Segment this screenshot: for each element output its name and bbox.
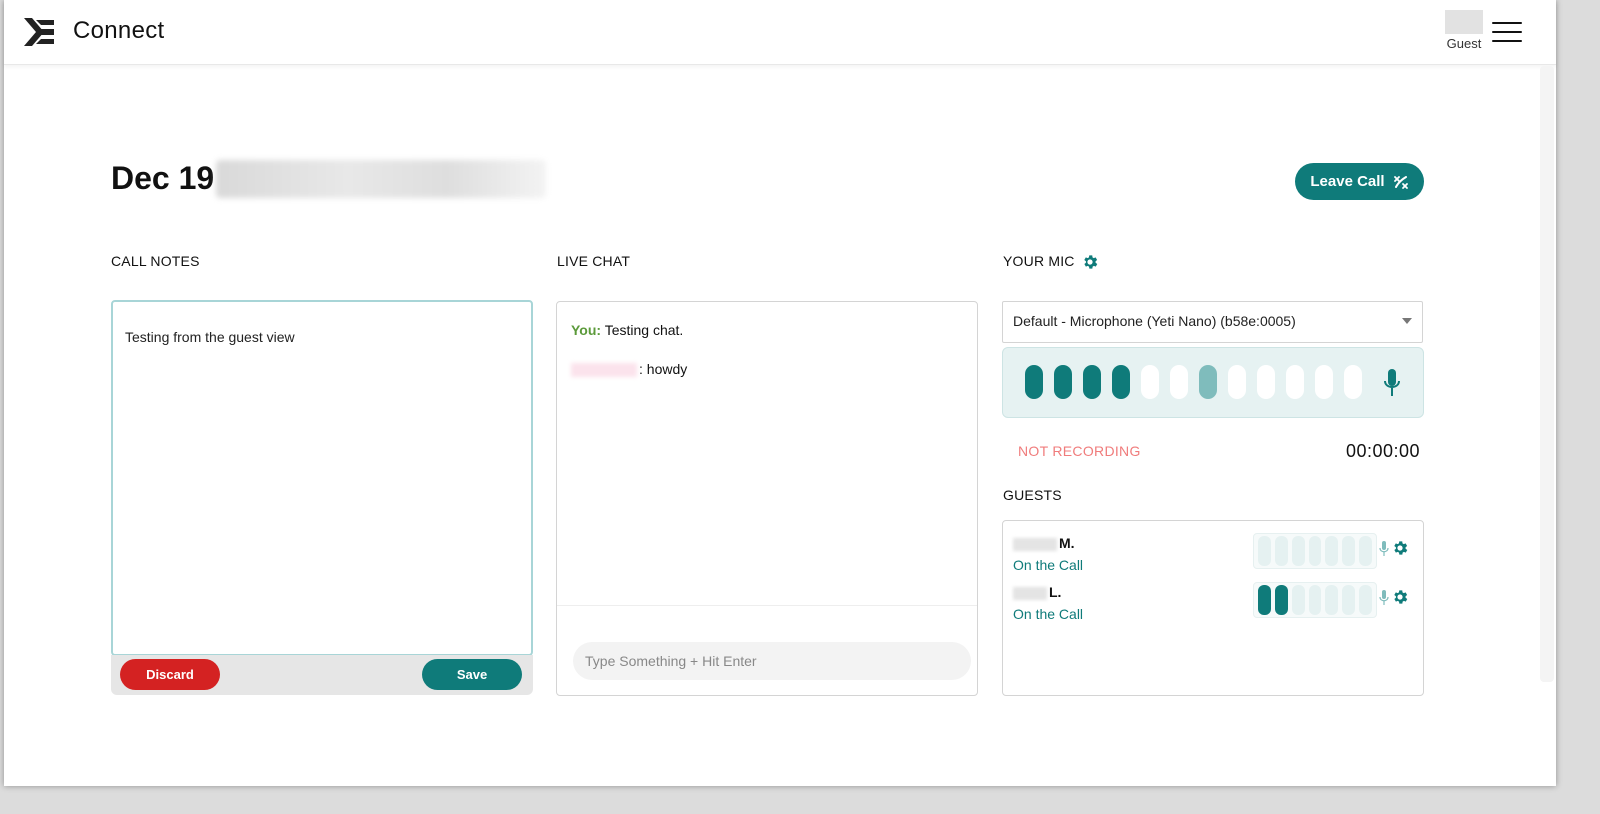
guest-level-bar (1342, 536, 1356, 566)
redacted-guest-name (1013, 586, 1047, 600)
guest-level-bar (1274, 536, 1288, 566)
chat-text: Testing chat. (604, 322, 684, 338)
app-window: Connect Guest Dec 19 Leave Call CALL NOT… (4, 0, 1556, 786)
guest-name: M. (1013, 535, 1075, 551)
mic-level-bar (1141, 365, 1159, 399)
guest-level-meter (1253, 533, 1377, 569)
notes-text[interactable]: Testing from the guest view (125, 329, 295, 345)
page-title: Dec 19 (111, 160, 215, 196)
redacted-sender (571, 363, 637, 378)
guest-level-bar (1325, 585, 1339, 615)
guest-row: L. On the Call (1013, 582, 1413, 628)
mic-level-bar (1315, 365, 1333, 399)
hang-up-icon (1393, 175, 1408, 189)
guest-level-bar (1325, 536, 1339, 566)
notes-footer: Discard Save (111, 655, 533, 695)
guest-level-bar (1308, 585, 1322, 615)
chat-divider (557, 605, 977, 606)
save-button[interactable]: Save (422, 659, 522, 690)
redacted-title (216, 160, 546, 198)
chevron-down-icon (1402, 318, 1412, 324)
hamburger-menu-icon[interactable] (1492, 22, 1522, 42)
mic-level-bar (1170, 365, 1188, 399)
guest-level-bar (1274, 585, 1288, 615)
app-title: Connect (73, 17, 165, 44)
guest-level-meter (1253, 582, 1377, 618)
recording-status: NOT RECORDING (1018, 443, 1141, 459)
guest-level-bar (1308, 536, 1322, 566)
call-notes-editor[interactable]: Testing from the guest view (111, 300, 533, 656)
chat-message: You: Testing chat. (571, 322, 683, 338)
guest-row: M. On the Call (1013, 533, 1413, 579)
your-mic-heading: YOUR MIC (1003, 253, 1075, 269)
discard-button[interactable]: Discard (120, 659, 220, 690)
guest-status: On the Call (1013, 606, 1084, 622)
avatar (1445, 10, 1483, 34)
top-bar: Connect Guest (4, 0, 1556, 65)
guest-level-bar (1359, 585, 1373, 615)
mic-level-bar (1025, 365, 1043, 399)
app-logo-icon[interactable] (22, 16, 56, 48)
guest-level-bar (1258, 536, 1271, 566)
mic-level-bar (1199, 365, 1217, 399)
live-chat-heading: LIVE CHAT (557, 253, 631, 269)
mic-level-bar (1112, 365, 1130, 399)
mic-settings-gear-icon[interactable] (1081, 253, 1099, 271)
mic-level-bar (1344, 365, 1362, 399)
guest-level-bar (1342, 585, 1356, 615)
chat-message: : howdy (571, 361, 688, 378)
guests-heading: GUESTS (1003, 487, 1062, 503)
chat-panel: You: Testing chat. : howdy (556, 301, 978, 696)
guest-level-bar (1258, 585, 1271, 615)
mic-level-bar (1083, 365, 1101, 399)
call-notes-heading: CALL NOTES (111, 253, 200, 269)
guest-level-bar (1359, 536, 1373, 566)
user-label: Guest (1446, 36, 1482, 51)
chat-input[interactable] (573, 642, 971, 680)
guest-microphone-icon (1379, 590, 1389, 605)
leave-call-label: Leave Call (1310, 173, 1385, 190)
mic-level-bar (1228, 365, 1246, 399)
mic-level-bars (1025, 365, 1362, 399)
guest-settings-gear-icon[interactable] (1391, 539, 1409, 557)
user-menu[interactable]: Guest (1442, 10, 1486, 51)
guest-status: On the Call (1013, 557, 1084, 573)
mic-level-meter (1002, 347, 1424, 418)
mic-device-value: Default - Microphone (Yeti Nano) (b58e:0… (1013, 313, 1296, 329)
mic-level-bar (1054, 365, 1072, 399)
scrollbar[interactable] (1540, 66, 1554, 682)
microphone-icon[interactable] (1383, 368, 1401, 398)
guest-settings-gear-icon[interactable] (1391, 588, 1409, 606)
guest-level-bar (1291, 585, 1305, 615)
leave-call-button[interactable]: Leave Call (1295, 163, 1424, 200)
guests-panel: M. On the Call L. On the Call (1002, 520, 1424, 696)
chat-text: : howdy (639, 361, 688, 377)
redacted-guest-name (1013, 537, 1057, 551)
mic-level-bar (1286, 365, 1304, 399)
guest-name: L. (1013, 584, 1061, 600)
guest-level-bar (1291, 536, 1305, 566)
recording-timer: 00:00:00 (1346, 441, 1421, 461)
chat-sender: You: (571, 322, 602, 338)
mic-device-select[interactable]: Default - Microphone (Yeti Nano) (b58e:0… (1002, 301, 1423, 343)
mic-level-bar (1257, 365, 1275, 399)
guest-microphone-icon (1379, 541, 1389, 556)
